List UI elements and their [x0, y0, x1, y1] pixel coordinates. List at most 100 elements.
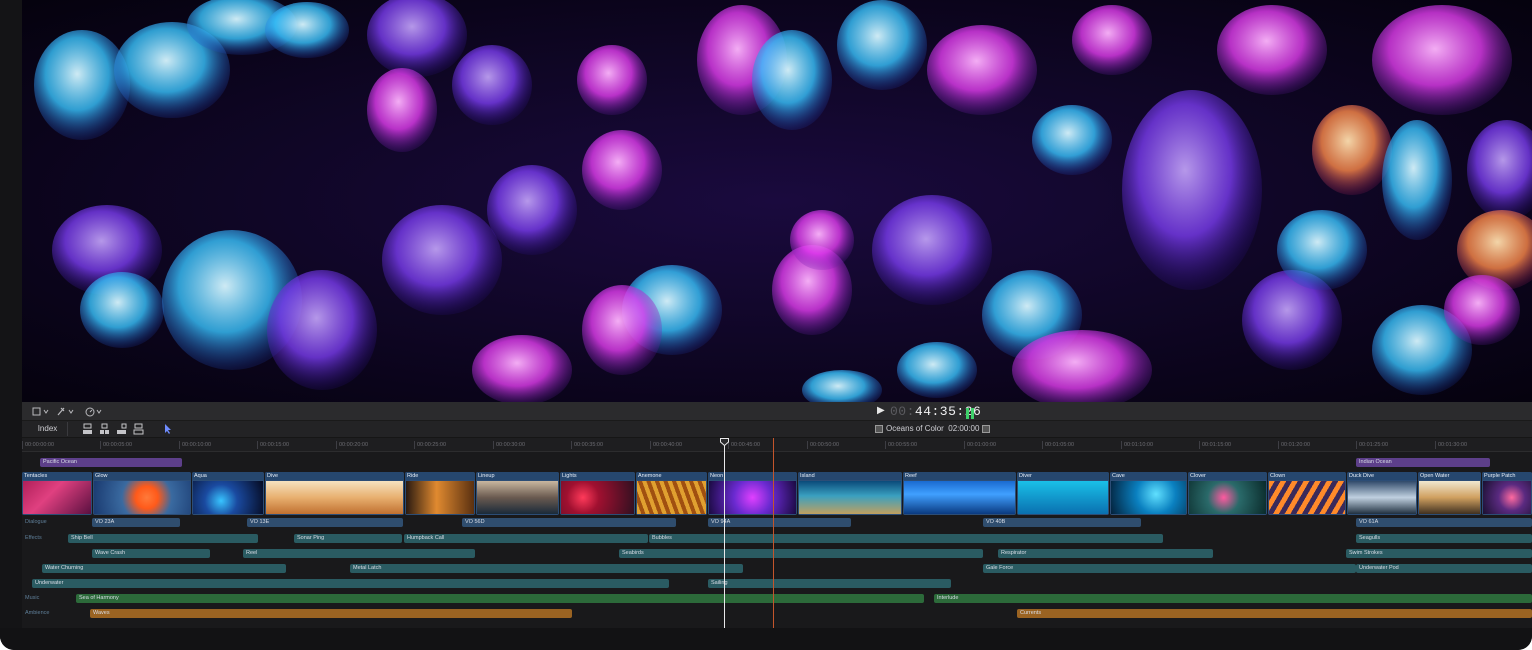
clip-name: Clover: [1188, 472, 1267, 480]
clip-name: Lights: [560, 472, 635, 480]
clip-name: Open Water: [1418, 472, 1481, 480]
ruler-tick: 00:00:35:00: [570, 441, 604, 449]
timecode-hours: 00:: [890, 404, 915, 419]
effect-clip[interactable]: Sonar Ping: [294, 534, 402, 543]
ruler-tick: 00:00:00:00: [21, 441, 55, 449]
ruler-tick: 00:01:30:00: [1434, 441, 1468, 449]
ruler-tick: 00:00:15:00: [256, 441, 290, 449]
clip-name: Diver: [1017, 472, 1109, 480]
ambience-clip[interactable]: Waves: [90, 609, 572, 618]
effect-clip[interactable]: Humpback Call: [404, 534, 648, 543]
dialogue-clip[interactable]: VO 13E: [247, 518, 403, 527]
video-clip[interactable]: Reef: [903, 472, 1016, 515]
video-clip[interactable]: Tentacles: [22, 472, 92, 515]
effect-clip[interactable]: Underwater: [32, 579, 669, 588]
timeline-header: Index Oceans of Color 02:00:00: [22, 421, 1532, 438]
effect-clip[interactable]: Metal Latch: [350, 564, 743, 573]
video-clip[interactable]: Open Water: [1418, 472, 1481, 515]
dialogue-clip[interactable]: VO 61A: [1356, 518, 1532, 527]
window-left-bezel: [0, 0, 22, 640]
ambience-clip[interactable]: Currents: [1017, 609, 1532, 618]
video-clip[interactable]: Aqua: [192, 472, 264, 515]
video-clip[interactable]: Diver: [1017, 472, 1109, 515]
effect-clip[interactable]: Water Churning: [42, 564, 286, 573]
playhead[interactable]: [724, 440, 725, 628]
video-clip[interactable]: Island: [798, 472, 902, 515]
video-clip[interactable]: Neon: [708, 472, 797, 515]
select-tool-icon[interactable]: [162, 423, 173, 435]
tools-menu-icon[interactable]: [56, 405, 76, 418]
index-button[interactable]: Index: [28, 422, 68, 436]
ruler-tick: 00:00:25:00: [413, 441, 447, 449]
video-clip[interactable]: Purple Patch: [1482, 472, 1532, 515]
editor-window: ▶ 00:44:35:26 Index Oceans of Color 02:0…: [0, 0, 1532, 650]
effect-clip[interactable]: Underwater Pod: [1356, 564, 1532, 573]
video-clip[interactable]: Duck Dive: [1347, 472, 1417, 515]
lane-label-dialogue: Dialogue: [25, 519, 47, 525]
music-clip[interactable]: Sea of Harmony: [76, 594, 924, 603]
video-viewer[interactable]: [22, 0, 1532, 402]
project-name: Oceans of Color: [886, 424, 944, 433]
clip-name: Ride: [405, 472, 475, 480]
connect-clip-icon[interactable]: [82, 423, 93, 435]
dialogue-clip[interactable]: VO 56D: [462, 518, 676, 527]
video-clip[interactable]: Lineup: [476, 472, 559, 515]
title-clip[interactable]: Pacific Ocean: [40, 458, 182, 467]
ruler-tick: 00:00:05:00: [99, 441, 133, 449]
dialogue-clip[interactable]: VO 23A: [92, 518, 180, 527]
play-button[interactable]: ▶: [877, 405, 885, 416]
ruler-tick: 00:01:15:00: [1198, 441, 1232, 449]
clip-name: Cave: [1110, 472, 1187, 480]
video-clip[interactable]: Anemone: [636, 472, 707, 515]
timecode-ruler[interactable]: 00:00:00:00 00:00:05:00 00:00:10:00 00:0…: [21, 438, 1532, 452]
effect-clip[interactable]: Ship Bell: [68, 534, 258, 543]
clip-name: Clown: [1268, 472, 1346, 480]
video-clip[interactable]: Clover: [1188, 472, 1267, 515]
clip-name: Aqua: [192, 472, 264, 480]
effect-clip[interactable]: Wave Crash: [92, 549, 210, 558]
trim-tool-menu-icon[interactable]: [32, 405, 50, 418]
effect-clip[interactable]: Seagulls: [1356, 534, 1532, 543]
clip-name: Glow: [93, 472, 191, 480]
timeline-tracks[interactable]: Pacific Ocean Indian Ocean Tentacles Glo…: [22, 452, 1532, 628]
effect-clip[interactable]: Swim Strokes: [1346, 549, 1532, 558]
clip-name: Reef: [903, 472, 1016, 480]
jellyfish-frame-image: [22, 0, 1532, 402]
dialogue-clip[interactable]: VO 40B: [983, 518, 1141, 527]
ruler-tick: 00:01:20:00: [1277, 441, 1311, 449]
lane-label-ambience: Ambience: [25, 610, 50, 616]
clip-name: Purple Patch: [1482, 472, 1532, 480]
previous-arrow-icon[interactable]: [875, 424, 883, 433]
dialogue-clip[interactable]: VO 94A: [708, 518, 851, 527]
video-clip[interactable]: Ride: [405, 472, 475, 515]
ruler-tick: 00:01:25:00: [1355, 441, 1389, 449]
speed-menu-icon[interactable]: [84, 405, 104, 418]
ruler-tick: 00:01:00:00: [963, 441, 997, 449]
effect-clip[interactable]: Seabirds: [619, 549, 983, 558]
lane-label-effects: Effects: [25, 535, 42, 541]
insert-clip-icon[interactable]: [99, 423, 110, 435]
video-clip[interactable]: Glow: [93, 472, 191, 515]
video-clip[interactable]: Dive: [265, 472, 404, 515]
playhead-handle-icon[interactable]: [720, 438, 729, 446]
video-clip[interactable]: Clown: [1268, 472, 1346, 515]
ruler-tick: 00:00:55:00: [884, 441, 918, 449]
effect-clip[interactable]: Gale Force: [983, 564, 1356, 573]
append-clip-icon[interactable]: [116, 423, 127, 435]
overwrite-clip-icon[interactable]: [133, 423, 144, 435]
music-clip[interactable]: Interlude: [934, 594, 1532, 603]
video-clip[interactable]: Cave: [1110, 472, 1187, 515]
effect-clip[interactable]: Reel: [243, 549, 475, 558]
video-clip[interactable]: Lights: [560, 472, 635, 515]
effect-clip[interactable]: Sailing: [708, 579, 951, 588]
title-clip[interactable]: Indian Ocean: [1356, 458, 1490, 467]
clip-name: Duck Dive: [1347, 472, 1417, 480]
clip-name: Island: [798, 472, 902, 480]
effect-clip[interactable]: Respirator: [998, 549, 1213, 558]
next-arrow-icon[interactable]: [982, 424, 991, 433]
skimmer-line[interactable]: [773, 438, 774, 628]
clip-name: Dive: [265, 472, 404, 480]
ruler-tick: 00:01:10:00: [1120, 441, 1154, 449]
effect-clip[interactable]: Bubbles: [649, 534, 1163, 543]
ruler-tick: 00:00:20:00: [335, 441, 369, 449]
